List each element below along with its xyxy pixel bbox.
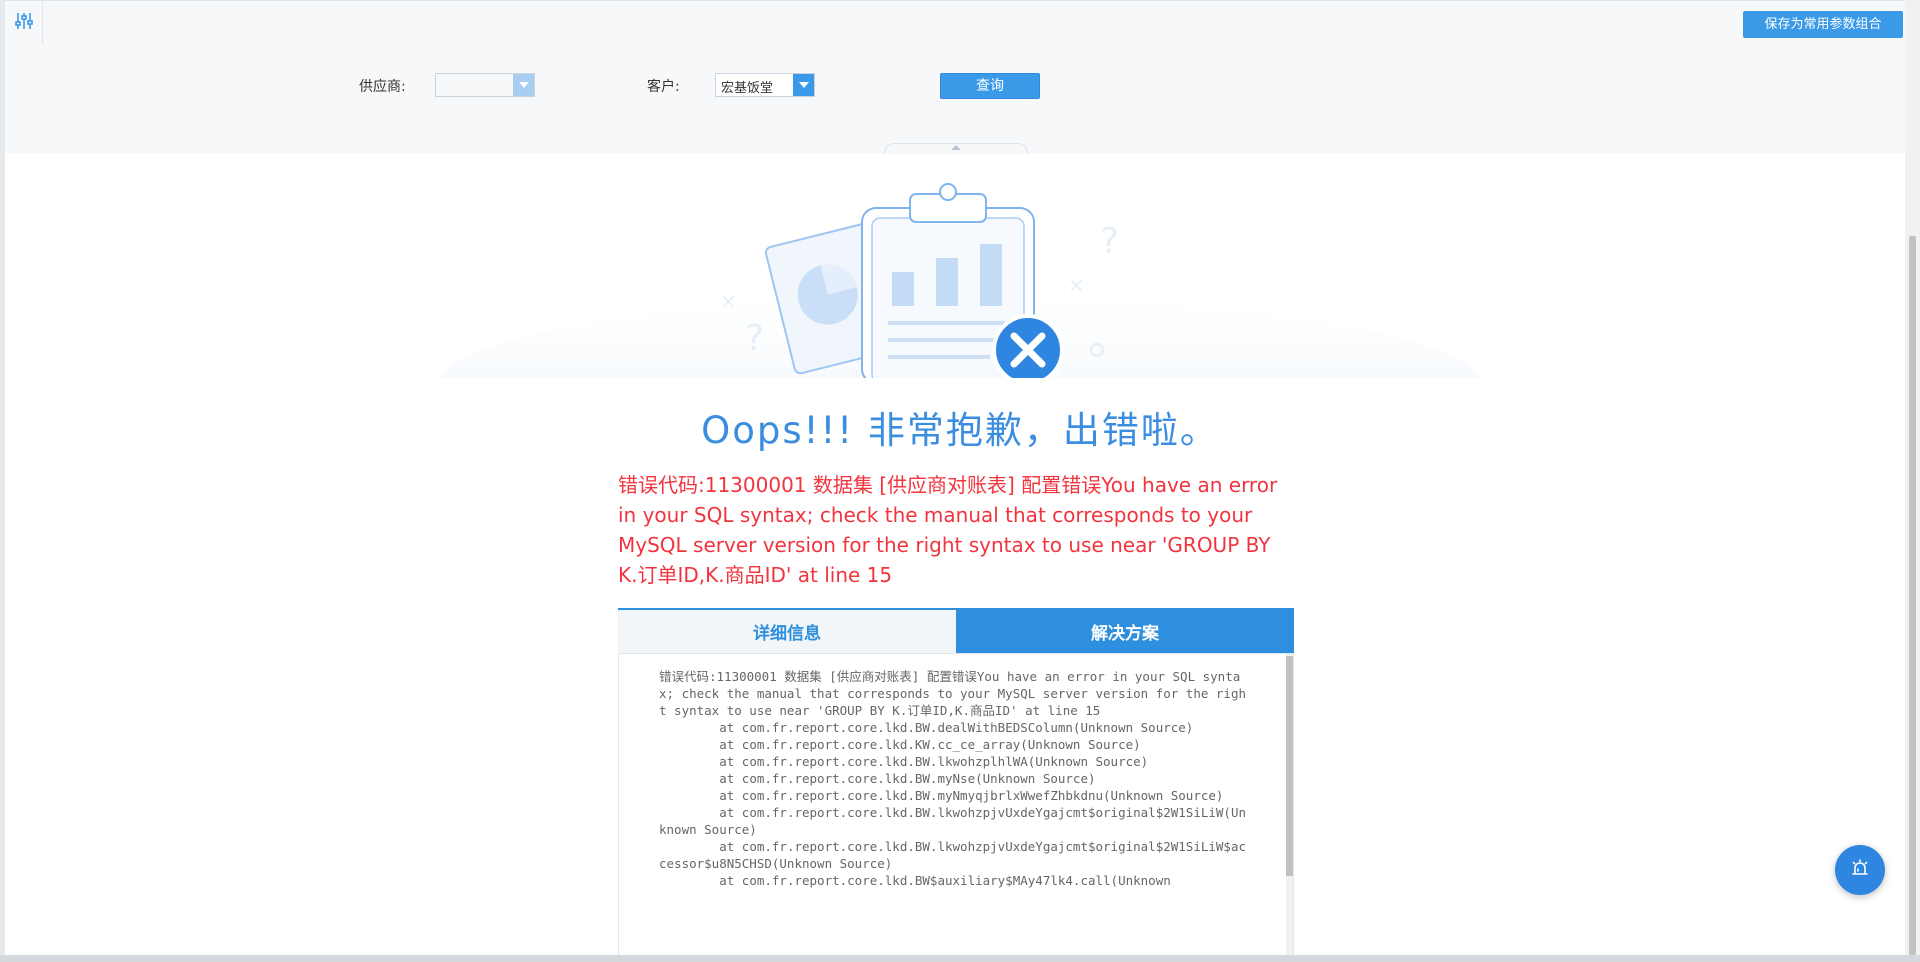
float-action-button[interactable] [1835,845,1885,895]
customer-label: 客户: [647,79,680,95]
error-title: Oops!!! 非常抱歉，出错啦。 [701,409,1219,452]
chevron-down-icon[interactable] [793,74,814,96]
alarm-icon [1850,858,1870,882]
svg-text:×: × [720,289,737,313]
page-scroll-thumb[interactable] [1909,236,1916,955]
parameter-toolbar: 保存为常用参数组合 [5,0,1905,45]
customer-select[interactable]: 宏基饭堂 [715,73,815,97]
error-stacktrace: 错误代码:11300001 数据集 [供应商对账表] 配置错误You have … [659,669,1247,888]
collapse-up-icon [951,145,961,150]
svg-text:?: ? [745,318,764,359]
error-illustration: ? ? × × [441,183,1479,378]
supplier-label: 供应商: [359,79,406,95]
svg-text:?: ? [1100,221,1119,262]
detail-scroll-thumb[interactable] [1286,656,1293,876]
toolbar-param-toggle[interactable] [5,1,43,44]
query-button[interactable]: 查询 [940,73,1040,99]
tab-details[interactable]: 详细信息 [618,610,956,653]
parameter-panel: 供应商: 客户: 宏基饭堂 查询 [5,44,1905,153]
error-message: 错误代码:11300001 数据集 [供应商对账表] 配置错误You have … [618,473,1278,587]
error-detail-panel[interactable]: 错误代码:11300001 数据集 [供应商对账表] 配置错误You have … [618,653,1294,955]
error-tabs: 详细信息 解决方案 [618,608,1294,653]
page-scrollbar[interactable] [1905,0,1920,955]
svg-text:×: × [1068,273,1085,297]
sliders-icon [14,12,33,34]
supplier-select[interactable] [435,73,535,97]
window-bottom-edge [0,955,1920,962]
tab-solution[interactable]: 解决方案 [956,610,1294,653]
collapse-params-toggle[interactable] [884,143,1028,154]
save-params-button[interactable]: 保存为常用参数组合 [1743,11,1903,38]
detail-scrollbar[interactable] [1286,654,1293,955]
chevron-down-icon[interactable] [513,74,534,96]
customer-value: 宏基饭堂 [721,81,774,96]
